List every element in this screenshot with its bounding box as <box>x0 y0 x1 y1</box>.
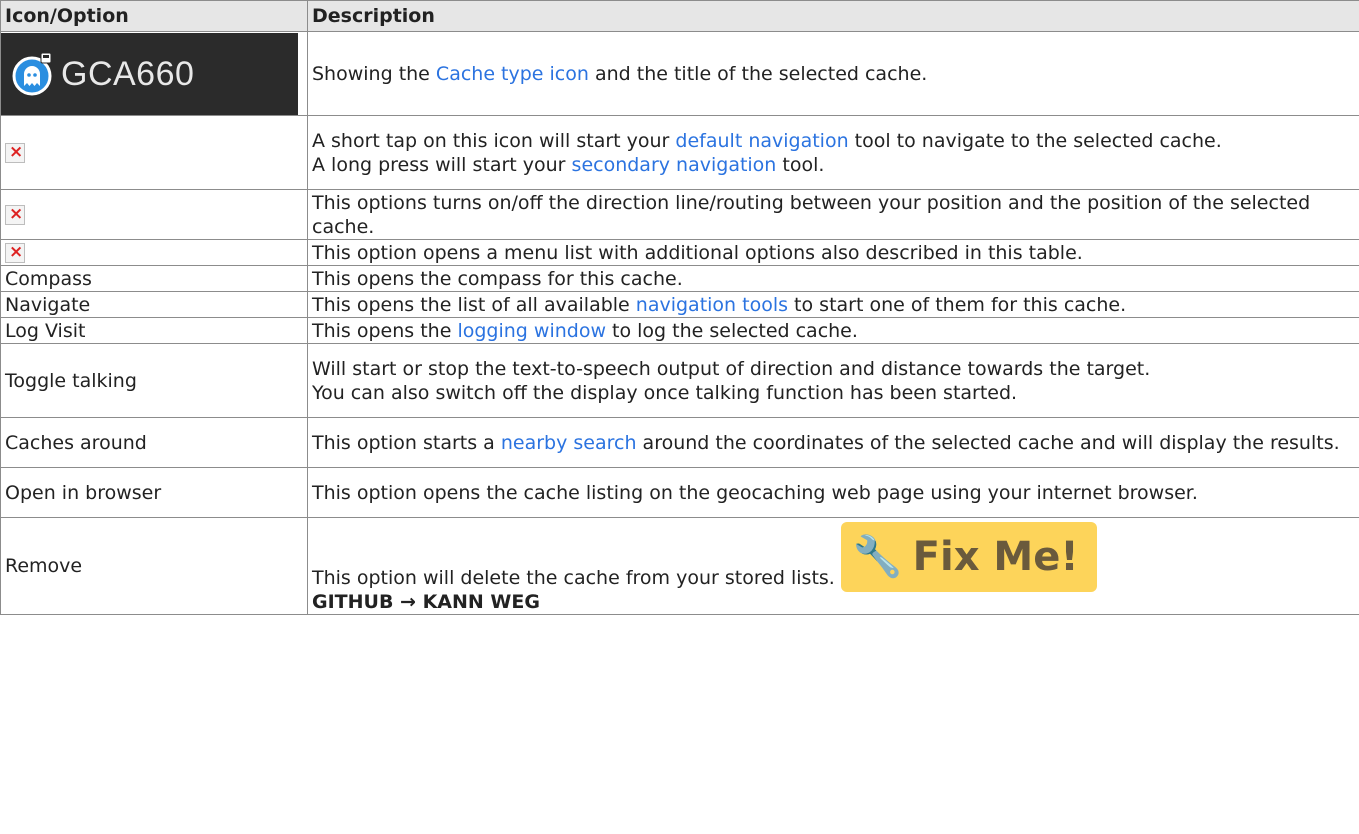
description-cell: Showing the Cache type icon and the titl… <box>307 31 1359 116</box>
option-label: Log Visit <box>0 317 308 344</box>
cache-title-image: GCA660 <box>1 32 298 115</box>
options-table: Icon/Option Description GCA660 Showing t… <box>0 0 1359 615</box>
table-row: Caches around This option starts a nearb… <box>0 417 1359 468</box>
desc-text: to start one of them for this cache. <box>788 293 1127 316</box>
desc-text: Showing the <box>312 62 436 85</box>
option-label: Toggle talking <box>0 343 308 418</box>
desc-text: and the title of the selected cache. <box>588 62 928 85</box>
description-cell: This option opens the cache listing on t… <box>307 467 1359 518</box>
table-row: GCA660 Showing the Cache type icon and t… <box>0 31 1359 116</box>
secondary-navigation-link[interactable]: secondary navigation <box>572 154 777 176</box>
header-description: Description <box>307 0 1359 32</box>
desc-text: A long press will start your <box>312 153 572 176</box>
fixme-label: Fix Me! <box>912 534 1079 580</box>
option-label: Open in browser <box>0 467 308 518</box>
navigation-tools-link[interactable]: navigation tools <box>636 294 788 316</box>
navigate-broken-image-icon[interactable] <box>5 140 25 164</box>
description-cell: This option will delete the cache from y… <box>307 517 1359 615</box>
table-row: Navigate This opens the list of all avai… <box>0 291 1359 318</box>
option-label: Navigate <box>0 291 308 318</box>
description-cell: This opens the logging window to log the… <box>307 317 1359 344</box>
desc-text: around the coordinates of the selected c… <box>636 431 1340 454</box>
icon-cell <box>0 239 308 266</box>
description-cell: This opens the list of all available nav… <box>307 291 1359 318</box>
nearby-search-link[interactable]: nearby search <box>501 432 637 454</box>
desc-text: Will start or stop the text-to-speech ou… <box>312 357 1151 380</box>
menu-broken-image-icon[interactable] <box>5 240 25 264</box>
description-cell: A short tap on this icon will start your… <box>307 115 1359 190</box>
option-label: Compass <box>0 265 308 292</box>
cache-title-text: GCA660 <box>61 54 195 93</box>
table-row: This options turns on/off the direction … <box>0 189 1359 240</box>
option-label: Caches around <box>0 417 308 468</box>
description-cell: This option opens a menu list with addit… <box>307 239 1359 266</box>
table-row: This option opens a menu list with addit… <box>0 239 1359 266</box>
description-cell: This option starts a nearby search aroun… <box>307 417 1359 468</box>
wrench-icon: 🔧 <box>852 534 903 580</box>
table-row: Log Visit This opens the logging window … <box>0 317 1359 344</box>
icon-cell <box>0 115 308 190</box>
table-header-row: Icon/Option Description <box>0 0 1359 32</box>
default-navigation-link[interactable]: default navigation <box>675 130 848 152</box>
table-row: Toggle talking Will start or stop the te… <box>0 343 1359 418</box>
description-cell: Will start or stop the text-to-speech ou… <box>307 343 1359 418</box>
fixme-badge: 🔧 Fix Me! <box>840 522 1097 592</box>
cache-title-cell: GCA660 <box>0 31 308 116</box>
desc-text: This opens the list of all available <box>312 293 636 316</box>
direction-line-broken-image-icon[interactable] <box>5 202 25 226</box>
table-row: Compass This opens the compass for this … <box>0 265 1359 292</box>
description-cell: This options turns on/off the direction … <box>307 189 1359 240</box>
fixme-note: GITHUB → KANN WEG <box>312 591 540 613</box>
desc-text: This opens the <box>312 319 458 342</box>
desc-text: You can also switch off the display once… <box>312 381 1018 404</box>
table-row: Open in browser This option opens the ca… <box>0 467 1359 518</box>
description-cell: This opens the compass for this cache. <box>307 265 1359 292</box>
desc-text: tool. <box>776 153 825 176</box>
desc-text: to log the selected cache. <box>605 319 858 342</box>
ghost-cache-type-icon <box>12 52 52 95</box>
desc-text: tool to navigate to the selected cache. <box>848 129 1222 152</box>
option-label: Remove <box>0 517 308 615</box>
table-row: A short tap on this icon will start your… <box>0 115 1359 190</box>
table-row: Remove This option will delete the cache… <box>0 517 1359 615</box>
desc-text: This option starts a <box>312 431 501 454</box>
logging-window-link[interactable]: logging window <box>457 320 606 342</box>
desc-text: A short tap on this icon will start your <box>312 129 676 152</box>
header-icon-option: Icon/Option <box>0 0 308 32</box>
cache-type-icon-link[interactable]: Cache type icon <box>436 63 589 85</box>
desc-text: This option will delete the cache from y… <box>312 567 835 589</box>
icon-cell <box>0 189 308 240</box>
